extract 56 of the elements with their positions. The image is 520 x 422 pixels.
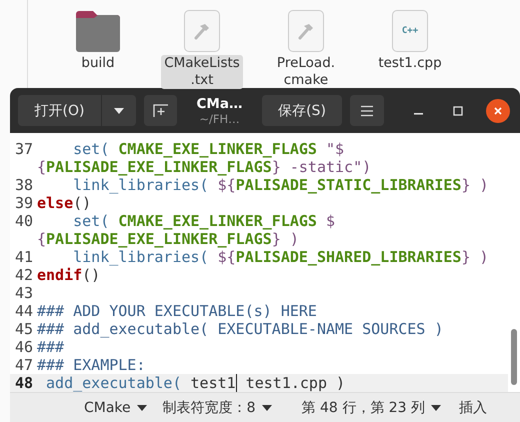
caret-icon — [431, 405, 442, 411]
code-line: endif() — [37, 266, 100, 284]
code-line: ### ADD YOUR EXECUTABLE(s) HERE — [37, 302, 317, 320]
tab-width-selector[interactable]: 制表符宽度：8 — [158, 395, 276, 421]
caret-icon — [136, 405, 147, 411]
file-name[interactable]: test1.cpp — [375, 55, 445, 72]
maximize-icon — [453, 106, 463, 116]
line-number: 37 — [14, 140, 34, 158]
code-line: set( CMAKE_EXE_LINKER_FLAGS "$ — [72, 140, 344, 158]
close-button[interactable] — [486, 98, 510, 122]
line-number: 43 — [14, 284, 34, 302]
file-path: ~/FH… — [199, 112, 240, 126]
open-button[interactable]: 打开(O) — [18, 95, 101, 126]
minimize-icon — [414, 113, 422, 115]
menu-button[interactable] — [350, 95, 384, 126]
line-number: 47 — [14, 356, 34, 374]
line-number: 48 — [14, 374, 34, 392]
file-name[interactable]: PreLoad. cmake — [274, 55, 338, 89]
code-line: {PALISADE_EXE_LINKER_FLAGS} -static") — [37, 158, 372, 176]
file-name[interactable]: CMakeLists .txt — [161, 55, 243, 89]
text-cursor — [236, 374, 237, 392]
open-menu-button[interactable] — [102, 95, 136, 126]
line-number: 42 — [14, 266, 34, 284]
new-tab-icon — [152, 104, 168, 118]
code-line: ### EXAMPLE: — [37, 356, 146, 374]
menu-icon — [360, 104, 374, 116]
code-line: link_libraries( ${PALISADE_SHARED_LIBRARIES} ) — [72, 248, 489, 266]
folder-icon[interactable] — [74, 10, 122, 52]
scrollbar-thumb[interactable] — [511, 329, 517, 385]
insert-mode: 插入 — [459, 399, 488, 417]
caret-icon — [114, 108, 124, 114]
code-line: link_libraries( ${PALISADE_STATIC_LIBRARIES} ) — [72, 176, 489, 194]
code-line: set( CMAKE_EXE_LINKER_FLAGS $ — [72, 212, 336, 230]
line-number: 39 — [14, 194, 34, 212]
window-title: CMa… — [196, 96, 242, 112]
line-number: 41 — [14, 248, 34, 266]
code-text: add_executable( — [45, 374, 182, 392]
code-line: ### add_executable( EXECUTABLE-NAME SOURCES ) — [37, 320, 444, 338]
line-number: 44 — [14, 302, 34, 320]
code-text: test1.cpp ) — [244, 374, 346, 392]
line-number: 40 — [14, 212, 34, 230]
language-selector[interactable]: CMake — [80, 395, 151, 421]
code-text: test1 — [190, 374, 236, 392]
file-name[interactable]: build — [78, 55, 118, 72]
new-tab-button[interactable] — [144, 95, 177, 126]
close-icon — [493, 106, 503, 116]
line-number: 45 — [14, 320, 34, 338]
line-number: 46 — [14, 338, 34, 356]
cursor-position-selector[interactable]: 第 48 行，第 23 列 — [298, 395, 446, 421]
caret-icon — [262, 405, 272, 411]
code-line: {PALISADE_EXE_LINKER_FLAGS} ) — [37, 230, 299, 248]
save-button[interactable]: 保存(S) — [262, 95, 342, 126]
code-line: ### — [37, 338, 64, 356]
code-line: else() — [37, 194, 92, 212]
line-number: 38 — [14, 176, 34, 194]
source-file-icon[interactable]: C++ — [392, 10, 428, 52]
